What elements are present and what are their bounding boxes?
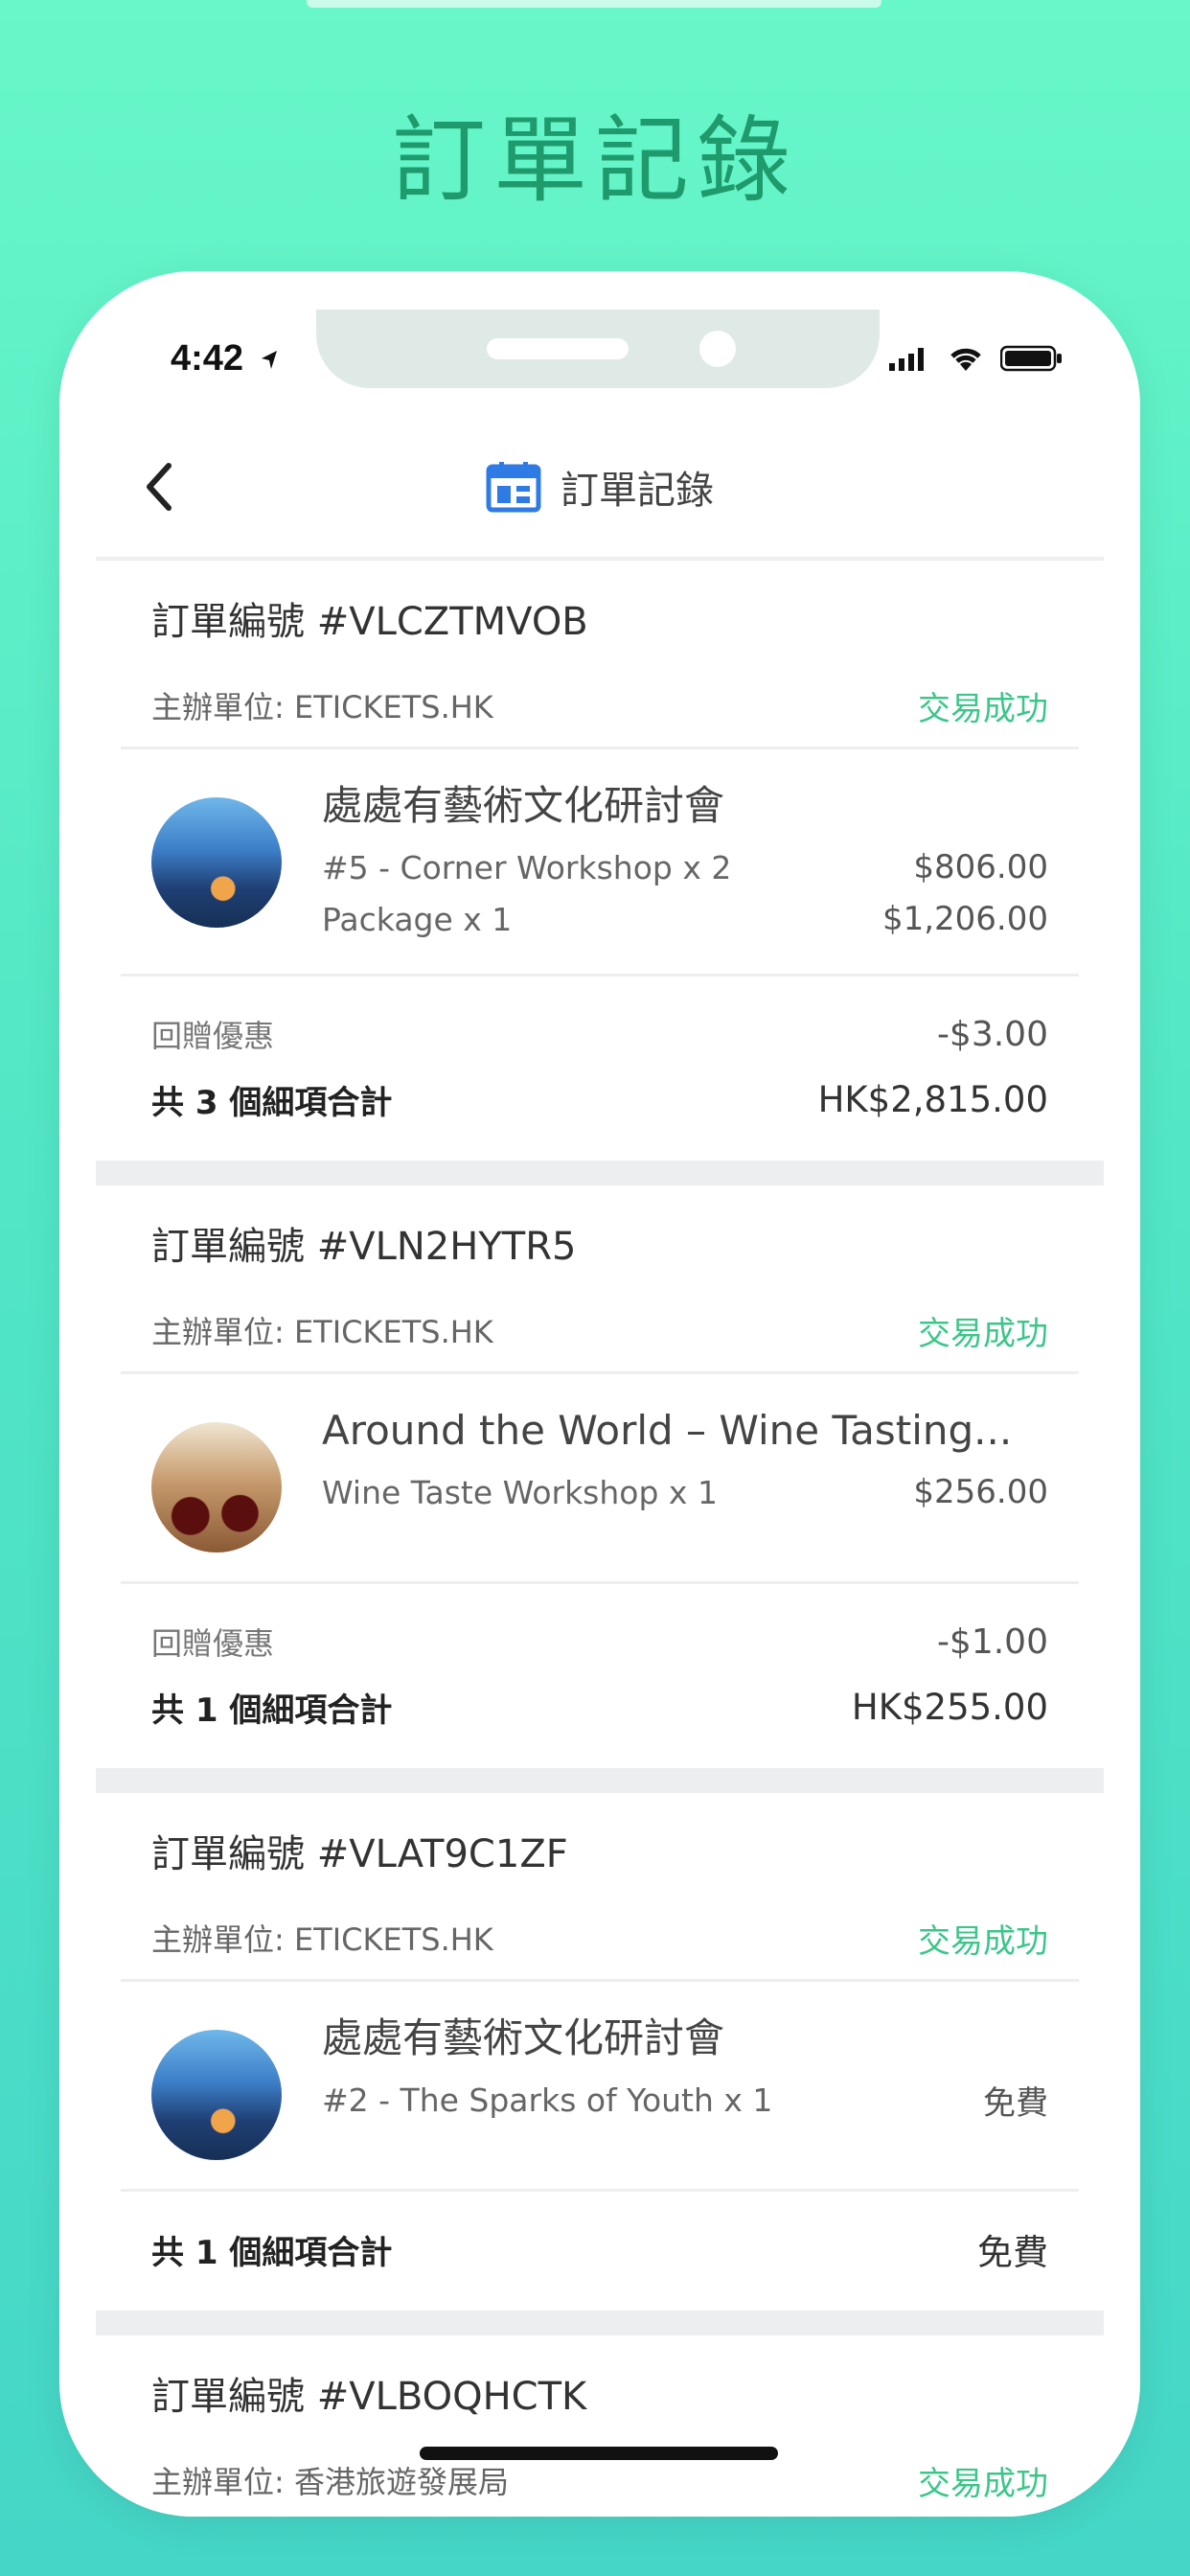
total-label: 共 1 個細項合計 bbox=[151, 2233, 393, 2272]
organizer-label: 主辦單位: ETICKETS.HK bbox=[151, 1921, 493, 1958]
line-item-price: $256.00 bbox=[913, 1473, 1048, 1511]
order-list: 訂單編號 #VLCZTMVOB 主辦單位: ETICKETS.HK 交易成功 處… bbox=[96, 557, 1104, 2517]
order-summary: 共 1 個細項合計 免費 bbox=[96, 2192, 1104, 2311]
organizer-label: 主辦單位: ETICKETS.HK bbox=[151, 689, 493, 725]
order-card[interactable]: 訂單編號 #VLAT9C1ZF 主辦單位: ETICKETS.HK 交易成功 處… bbox=[96, 1793, 1104, 2311]
total-row: 共 1 個細項合計 免費 bbox=[151, 2217, 1048, 2282]
discount-label: 回贈優惠 bbox=[151, 1625, 275, 1662]
order-card[interactable]: 訂單編號 #VLBOQHCTK 主辦單位: 香港旅遊發展局 交易成功 bbox=[96, 2335, 1104, 2517]
total-row: 共 1 個細項合計 HK$255.00 bbox=[151, 1674, 1048, 1739]
order-number: 訂單編號 #VLAT9C1ZF bbox=[151, 1832, 568, 1876]
discount-row: 回贈優惠 -$3.00 bbox=[151, 1001, 1048, 1067]
total-value: HK$2,815.00 bbox=[817, 1078, 1048, 1120]
status-badge: 交易成功 bbox=[918, 1921, 1048, 1961]
front-camera bbox=[699, 331, 736, 367]
event-title: 處處有藝術文化研討會 bbox=[322, 2014, 725, 2061]
line-item-price: 免費 bbox=[983, 2083, 1048, 2123]
order-header: 訂單編號 #VLCZTMVOB 主辦單位: ETICKETS.HK 交易成功 bbox=[96, 561, 1104, 747]
marketing-title: 訂單記錄 bbox=[391, 106, 798, 216]
total-value: 免費 bbox=[977, 2232, 1048, 2273]
phone-frame: 4:42 訂單記錄 訂單編號 #VLCZTMVOB 主辦單位: ETICKETS… bbox=[59, 271, 1140, 2517]
event-thumbnail bbox=[151, 797, 282, 928]
order-item[interactable]: Around the World – Wine Tasting... Wine … bbox=[96, 1374, 1104, 1581]
organizer-row: 主辦單位: ETICKETS.HK 交易成功 bbox=[151, 1904, 1048, 1979]
status-time-text: 4:42 bbox=[171, 338, 244, 379]
line-item-name: #5 - Corner Workshop x 2 bbox=[322, 848, 732, 886]
order-separator bbox=[96, 2311, 1104, 2335]
order-card[interactable]: 訂單編號 #VLN2HYTR5 主辦單位: ETICKETS.HK 交易成功 A… bbox=[96, 1185, 1104, 1768]
order-separator bbox=[96, 1161, 1104, 1185]
order-number: 訂單編號 #VLBOQHCTK bbox=[151, 2375, 587, 2419]
organizer-label: 主辦單位: ETICKETS.HK bbox=[151, 1314, 493, 1350]
line-item: #2 - The Sparks of Youth x 1 免費 bbox=[322, 2074, 1048, 2126]
top-edge-hint bbox=[307, 0, 881, 8]
order-summary: 回贈優惠 -$3.00 共 3 個細項合計 HK$2,815.00 bbox=[96, 977, 1104, 1161]
battery-icon bbox=[1000, 345, 1062, 372]
event-title: 處處有藝術文化研討會 bbox=[322, 782, 725, 829]
speaker-grille bbox=[487, 338, 629, 359]
line-item: Wine Taste Workshop x 1 $256.00 bbox=[322, 1466, 1048, 1518]
order-header: 訂單編號 #VLBOQHCTK 主辦單位: 香港旅遊發展局 交易成功 bbox=[96, 2335, 1104, 2517]
order-number: 訂單編號 #VLN2HYTR5 bbox=[151, 1225, 577, 1269]
home-indicator bbox=[420, 2447, 778, 2460]
organizer-row: 主辦單位: ETICKETS.HK 交易成功 bbox=[151, 1297, 1048, 1371]
line-item-price: $806.00 bbox=[913, 848, 1048, 886]
total-row: 共 3 個細項合計 HK$2,815.00 bbox=[151, 1067, 1048, 1132]
navigation-bar: 訂單記錄 bbox=[59, 415, 1140, 557]
order-number: 訂單編號 #VLCZTMVOB bbox=[151, 600, 588, 644]
organizer-row: 主辦單位: ETICKETS.HK 交易成功 bbox=[151, 672, 1048, 747]
event-thumbnail bbox=[151, 1422, 282, 1552]
item-info: Around the World – Wine Tasting... Wine … bbox=[322, 1403, 1048, 1552]
item-info: 處處有藝術文化研討會 #5 - Corner Workshop x 2 $806… bbox=[322, 778, 1048, 945]
order-header: 訂單編號 #VLAT9C1ZF 主辦單位: ETICKETS.HK 交易成功 bbox=[96, 1793, 1104, 1979]
discount-row: 回贈優惠 -$1.00 bbox=[151, 1609, 1048, 1674]
discount-label: 回贈優惠 bbox=[151, 1018, 275, 1054]
line-item-name: #2 - The Sparks of Youth x 1 bbox=[322, 2081, 773, 2119]
item-info: 處處有藝術文化研討會 #2 - The Sparks of Youth x 1 … bbox=[322, 2011, 1048, 2160]
page-title: 訂單記錄 bbox=[561, 469, 714, 513]
organizer-label: 主辦單位: 香港旅遊發展局 bbox=[151, 2464, 509, 2500]
order-item[interactable]: 處處有藝術文化研討會 #2 - The Sparks of Youth x 1 … bbox=[96, 1982, 1104, 2189]
location-arrow-icon bbox=[261, 350, 277, 369]
status-badge: 交易成功 bbox=[918, 1314, 1048, 1353]
order-item[interactable]: 處處有藝術文化研討會 #5 - Corner Workshop x 2 $806… bbox=[96, 749, 1104, 974]
total-label: 共 3 個細項合計 bbox=[151, 1083, 393, 1122]
calendar-icon bbox=[486, 462, 541, 513]
status-icons bbox=[889, 344, 1064, 373]
order-separator bbox=[96, 1768, 1104, 1793]
phone-notch bbox=[316, 310, 880, 388]
line-item: Package x 1 $1,206.00 bbox=[322, 893, 1048, 945]
status-badge: 交易成功 bbox=[918, 689, 1048, 728]
line-item-name: Package x 1 bbox=[322, 900, 513, 938]
total-value: HK$255.00 bbox=[851, 1686, 1048, 1728]
status-badge: 交易成功 bbox=[918, 2464, 1048, 2503]
order-card[interactable]: 訂單編號 #VLCZTMVOB 主辦單位: ETICKETS.HK 交易成功 處… bbox=[96, 557, 1104, 1161]
event-thumbnail bbox=[151, 2030, 282, 2160]
order-summary: 回贈優惠 -$1.00 共 1 個細項合計 HK$255.00 bbox=[96, 1584, 1104, 1768]
status-time: 4:42 bbox=[171, 338, 281, 380]
event-title: Around the World – Wine Tasting... bbox=[322, 1407, 1013, 1454]
discount-value: -$1.00 bbox=[936, 1622, 1048, 1662]
total-label: 共 1 個細項合計 bbox=[151, 1690, 393, 1730]
nav-title-group: 訂單記錄 bbox=[59, 453, 1140, 520]
wifi-icon bbox=[950, 348, 981, 371]
signal-icon bbox=[889, 348, 924, 371]
discount-value: -$3.00 bbox=[936, 1014, 1048, 1054]
line-item-name: Wine Taste Workshop x 1 bbox=[322, 1473, 718, 1511]
order-header: 訂單編號 #VLN2HYTR5 主辦單位: ETICKETS.HK 交易成功 bbox=[96, 1185, 1104, 1371]
line-item-price: $1,206.00 bbox=[881, 900, 1048, 938]
line-item: #5 - Corner Workshop x 2 $806.00 bbox=[322, 841, 1048, 893]
